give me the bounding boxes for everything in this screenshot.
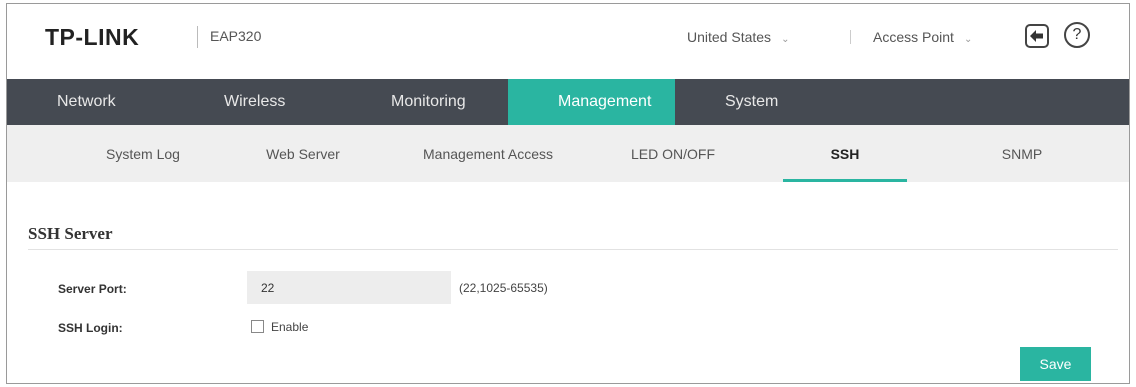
logo-divider <box>197 26 198 48</box>
tab-management[interactable]: Management <box>508 79 675 125</box>
header: TP-LINK EAP320 United States ⌄ Access Poi… <box>7 4 1129 74</box>
subtab-snmp[interactable]: SNMP <box>952 125 1092 182</box>
main-nav: Network Wireless Monitoring Management S… <box>7 79 1129 125</box>
ssh-login-enable-checkbox[interactable] <box>251 320 264 333</box>
server-port-label: Server Port: <box>58 282 127 296</box>
logout-icon[interactable] <box>1025 24 1049 48</box>
section-divider <box>28 249 1118 250</box>
chevron-down-icon: ⌄ <box>963 34 973 45</box>
subtab-web-server[interactable]: Web Server <box>233 125 373 182</box>
section-title: SSH Server <box>28 224 113 243</box>
app-frame: TP-LINK EAP320 United States ⌄ Access Poi… <box>6 3 1130 384</box>
header-divider <box>850 30 851 44</box>
chevron-down-icon: ⌄ <box>781 34 790 45</box>
save-button[interactable]: Save <box>1020 347 1091 381</box>
mode-label: Access Point <box>873 29 954 45</box>
model-name: EAP320 <box>210 28 262 44</box>
tab-wireless[interactable]: Wireless <box>174 79 341 125</box>
server-port-input[interactable] <box>247 271 451 304</box>
tab-system[interactable]: System <box>675 79 842 125</box>
subtab-led-onoff[interactable]: LED ON/OFF <box>603 125 743 182</box>
tab-network[interactable]: Network <box>7 79 174 125</box>
ssh-login-label: SSH Login: <box>58 321 123 335</box>
active-subtab-indicator <box>783 179 907 182</box>
tab-monitoring[interactable]: Monitoring <box>341 79 508 125</box>
enable-label: Enable <box>271 320 309 334</box>
brand-logo: TP-LINK <box>45 24 140 50</box>
subtab-system-log[interactable]: System Log <box>73 125 213 182</box>
sub-nav: System Log Web Server Management Access … <box>7 125 1129 182</box>
help-icon[interactable]: ? <box>1064 22 1090 48</box>
subtab-management-access[interactable]: Management Access <box>393 125 583 182</box>
region-label: United States <box>687 29 772 45</box>
subtab-ssh[interactable]: SSH <box>783 125 907 182</box>
server-port-range-hint: (22,1025-65535) <box>459 281 548 295</box>
region-select[interactable]: United States ⌄ <box>687 29 789 45</box>
mode-select[interactable]: Access Point ⌄ <box>873 29 972 45</box>
